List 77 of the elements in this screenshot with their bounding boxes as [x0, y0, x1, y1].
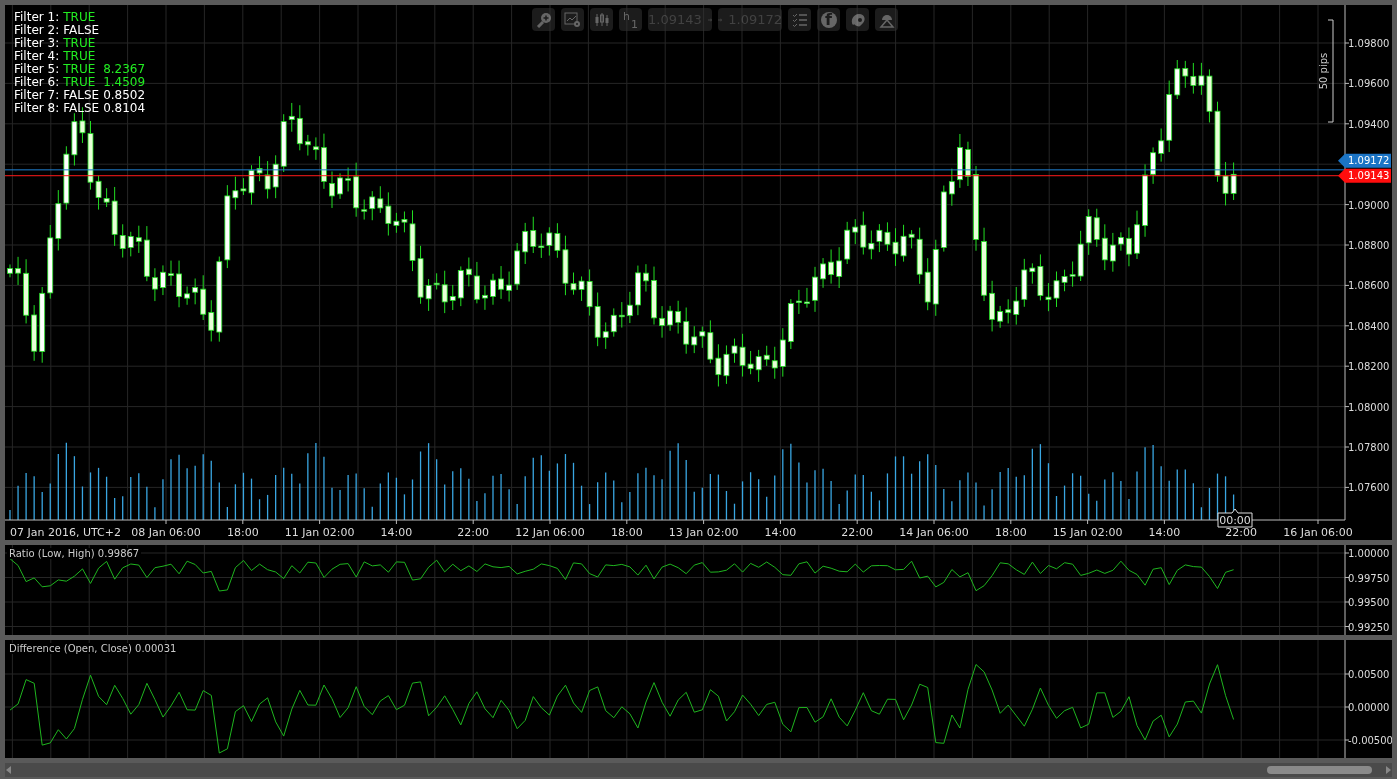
price-axis-label: 1.09800: [1348, 38, 1390, 49]
timeframe-button[interactable]: h 1: [619, 8, 642, 31]
chart-type-button[interactable]: [590, 8, 613, 31]
time-axis-label: 14:00: [1148, 526, 1181, 539]
price-axis-label: 1.08200: [1348, 361, 1390, 373]
ask-price-tag: 1.09172: [1338, 153, 1391, 168]
time-axis-label: 14:00: [380, 526, 413, 539]
price-axis-label: 1.07600: [1348, 482, 1390, 494]
checklist-button[interactable]: [788, 8, 811, 31]
indicator-axis-label: 0.99500: [1348, 597, 1390, 608]
time-cursor-tag: 00:00: [1217, 508, 1253, 528]
filter-label: Filter 2:: [14, 24, 60, 37]
indicator-axis-label: 0.99750: [1348, 572, 1390, 584]
time-axis-label: 22:00: [841, 526, 874, 539]
filter-reading: 0.8502: [103, 89, 146, 102]
filter-value: TRUE: [63, 76, 97, 89]
zoom-in-button[interactable]: [532, 8, 555, 31]
time-axis-label: 14 Jan 06:00: [899, 526, 969, 539]
checklist-icon: [791, 11, 808, 28]
zoom-in-icon: [535, 11, 552, 28]
filter-label: Filter 3:: [14, 37, 60, 50]
price-axis-label: 1.08000: [1348, 401, 1390, 413]
shapes-button[interactable]: [875, 8, 898, 31]
price-axis-label: 1.07800: [1348, 442, 1390, 453]
filter-label: Filter 8:: [14, 102, 60, 115]
time-axis-label: 11 Jan 02:00: [284, 526, 355, 539]
chart-settings-button[interactable]: [561, 8, 584, 31]
time-axis-label: 18:00: [226, 526, 259, 539]
filter-reading: 1.4509: [103, 76, 146, 89]
indicator-axis-label: 0.99250: [1348, 621, 1390, 633]
price-axis-label: 1.09600: [1348, 78, 1390, 90]
blob-button[interactable]: [846, 8, 869, 31]
time-axis-label: 15 Jan 02:00: [1052, 526, 1123, 539]
filter-value: FALSE: [63, 89, 100, 102]
filter-label: Filter 1:: [14, 11, 60, 24]
indicator-axis-label: 0.00500: [1348, 669, 1390, 680]
price-axis-label: 1.08800: [1348, 240, 1390, 251]
time-axis-label: 22:00: [1225, 526, 1258, 539]
filter-label: Filter 4:: [14, 50, 60, 63]
filter-label: Filter 5:: [14, 63, 60, 76]
filter-value: TRUE: [63, 11, 97, 24]
indicator-axis-label: 1.00000: [1348, 548, 1390, 559]
filter-value: FALSE: [63, 24, 100, 37]
indicator-axis-label: -0.00500: [1348, 735, 1392, 746]
filter-label: Filter 6:: [14, 76, 60, 89]
price-axis-label: 1.09000: [1348, 199, 1390, 211]
filter-label: Filter 7:: [14, 89, 60, 102]
chart-gear-icon: [563, 11, 582, 28]
time-axis-label: 16 Jan 06:00: [1283, 526, 1353, 539]
time-axis-label: 14:00: [764, 526, 797, 539]
bid-price-tag: 1.09143: [1338, 168, 1391, 183]
time-axis-label: 12 Jan 06:00: [515, 526, 585, 539]
price-axis-label: 1.08600: [1348, 280, 1390, 292]
ratio-indicator-title: Ratio (Low, High) 0.99867: [7, 548, 142, 559]
price-axis-label: 1.08400: [1348, 320, 1390, 332]
blob-icon: [849, 11, 866, 28]
scrollbar-thumb[interactable]: [1267, 766, 1372, 774]
filter-value: TRUE: [63, 37, 97, 50]
time-axis-label: 18:00: [994, 526, 1027, 539]
scroll-right-icon[interactable]: [1384, 765, 1392, 775]
share-button[interactable]: f: [817, 8, 840, 31]
time-axis-label: 22:00: [457, 526, 490, 539]
filter-value: TRUE: [63, 63, 97, 76]
candlestick-icon: [593, 11, 610, 28]
filter-value: FALSE: [63, 102, 100, 115]
filter-value: TRUE: [63, 50, 97, 63]
difference-indicator-title: Difference (Open, Close) 0.00031: [7, 643, 179, 654]
time-axis-label: 13 Jan 02:00: [668, 526, 739, 539]
pips-scale-label: 50 pips: [1318, 52, 1329, 90]
filter-reading: 0.8104: [103, 102, 146, 115]
indicator-axis-label: 0.00000: [1348, 702, 1390, 713]
price-axis-label: 1.09400: [1348, 118, 1390, 130]
filter-reading: 8.2367: [103, 63, 146, 76]
time-axis-label: 07 Jan 2016, UTC+2: [10, 526, 121, 539]
time-axis-label: 18:00: [610, 526, 643, 539]
time-axis-label: 08 Jan 06:00: [131, 526, 201, 539]
scroll-left-icon[interactable]: [5, 765, 13, 775]
